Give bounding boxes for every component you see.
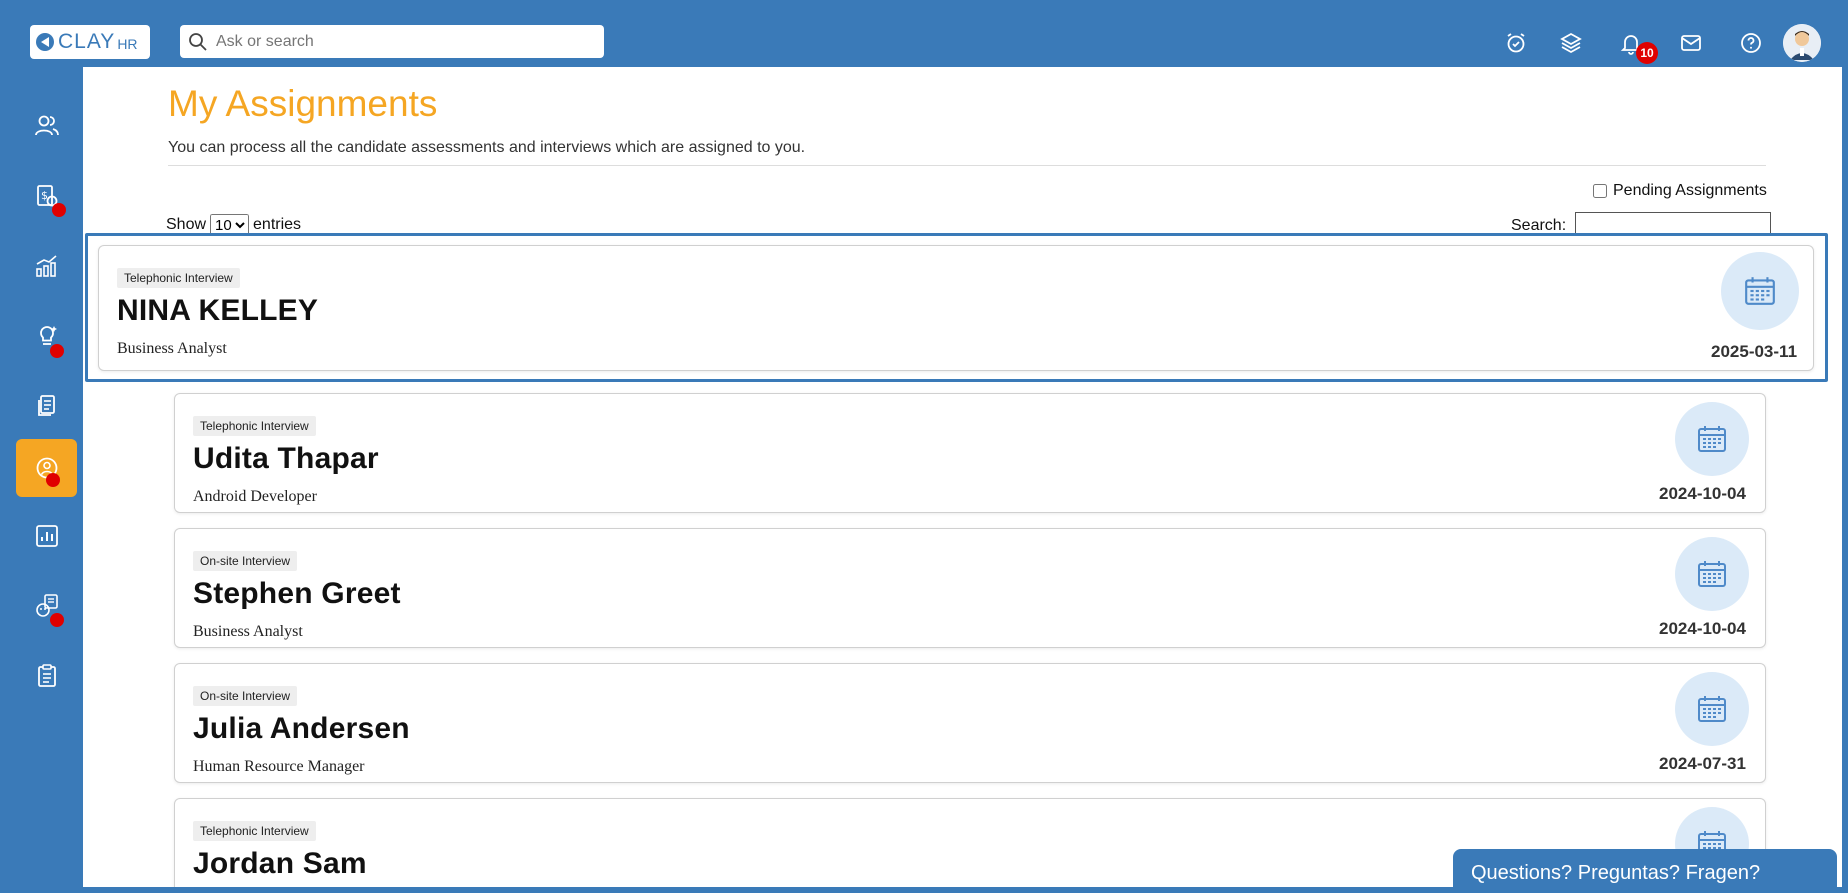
pending-assignments-checkbox[interactable] [1593, 184, 1607, 198]
entries-label: entries [253, 216, 302, 233]
top-bar: CLAY HR 10 [6, 4, 1842, 67]
logo-sub: HR [117, 36, 138, 52]
assignment-date: 2024-07-31 [1659, 754, 1746, 773]
help-chat-widget[interactable]: Questions? Preguntas? Fragen? [1453, 849, 1837, 887]
candidate-role: Business Analyst [117, 340, 227, 357]
sidebar-badge [50, 613, 64, 627]
interview-type-tag: On-site Interview [193, 551, 298, 571]
pending-assignments-label: Pending Assignments [1613, 182, 1767, 199]
users-icon [34, 115, 59, 136]
sidebar-badge [46, 473, 60, 487]
candidate-name: Jordan Sam [193, 847, 367, 880]
logo-text: CLAY [58, 30, 116, 53]
sidebar-item-analytics[interactable] [16, 237, 77, 295]
sidebar-item-users[interactable] [16, 97, 77, 155]
assignment-card[interactable]: On-site Interview Stephen Greet Business… [174, 528, 1766, 648]
sidebar-item-documents[interactable] [16, 377, 77, 435]
interview-type-tag: On-site Interview [193, 686, 298, 706]
highlighted-card-frame: Telephonic Interview NINA KELLEY Busines… [85, 233, 1828, 382]
interview-type-tag: Telephonic Interview [117, 268, 240, 288]
search-icon [189, 32, 207, 51]
sidebar-badge [52, 203, 66, 217]
assignment-date: 2024-10-04 [1659, 619, 1746, 638]
candidate-name: Stephen Greet [193, 577, 401, 610]
assignment-card-highlighted[interactable]: Telephonic Interview NINA KELLEY Busines… [98, 245, 1814, 371]
candidate-role: Human Resource Manager [193, 758, 365, 775]
clipboard-icon [37, 664, 56, 687]
calendar-icon [1698, 696, 1726, 722]
sidebar-item-payroll[interactable]: $ [16, 167, 77, 225]
avatar[interactable] [1783, 24, 1821, 62]
assignment-date: 2025-03-11 [1711, 342, 1798, 361]
sidebar-item-assignments[interactable] [16, 439, 77, 497]
candidate-name: NINA KELLEY [117, 294, 319, 327]
logo-mark-icon [36, 33, 54, 51]
page-subtitle: You can process all the candidate assess… [168, 139, 806, 156]
top-icons: 10 [1442, 26, 1842, 64]
calendar-button[interactable] [1675, 537, 1749, 611]
assignment-card[interactable]: Telephonic Interview Udita Thapar Androi… [174, 393, 1766, 513]
show-label: Show [166, 216, 207, 233]
alarm-clock-icon[interactable] [1499, 26, 1533, 60]
chart-growth-icon [35, 255, 57, 277]
help-icon[interactable] [1734, 26, 1768, 60]
page-title: My Assignments [168, 83, 438, 124]
candidate-name: Julia Andersen [193, 712, 410, 745]
help-chat-label: Questions? Preguntas? Fragen? [1471, 861, 1761, 884]
assignment-card[interactable]: On-site Interview Julia Andersen Human R… [174, 663, 1766, 783]
candidate-role: Business Analyst [193, 623, 303, 640]
candidate-role: Android Developer [193, 488, 317, 505]
calendar-button[interactable] [1721, 252, 1799, 330]
sidebar-item-ideas[interactable] [16, 307, 77, 365]
bell-icon[interactable]: 10 [1614, 26, 1658, 64]
calendar-icon [1698, 426, 1726, 452]
sidebar-item-automation[interactable] [16, 577, 77, 635]
global-search[interactable] [180, 25, 604, 58]
sidebar-item-reports[interactable] [16, 507, 77, 565]
interview-type-tag: Telephonic Interview [193, 821, 316, 841]
app-frame: CLAY HR 10 [0, 0, 1848, 893]
documents-icon [37, 395, 55, 416]
global-search-input[interactable] [216, 32, 586, 51]
main-content: My Assignments You can process all the c… [83, 67, 1842, 887]
pending-assignments-toggle[interactable]: Pending Assignments [1593, 182, 1767, 200]
calendar-button[interactable] [1675, 402, 1749, 476]
calendar-button[interactable] [1675, 672, 1749, 746]
candidate-name: Udita Thapar [193, 442, 379, 475]
mail-icon[interactable] [1674, 26, 1708, 60]
sidebar-badge [50, 344, 64, 358]
calendar-icon [1698, 561, 1726, 587]
divider [168, 165, 1766, 166]
layers-icon[interactable] [1554, 26, 1588, 60]
sidebar-item-checklist[interactable] [16, 647, 77, 705]
notification-badge: 10 [1636, 42, 1658, 64]
assignment-date: 2024-10-04 [1659, 484, 1746, 503]
calendar-icon [1745, 277, 1775, 305]
bar-chart-icon [35, 525, 58, 547]
sidebar: $ [6, 67, 83, 887]
logo[interactable]: CLAY HR [30, 25, 150, 59]
edge-badge [1842, 44, 1848, 62]
interview-type-tag: Telephonic Interview [193, 416, 316, 436]
